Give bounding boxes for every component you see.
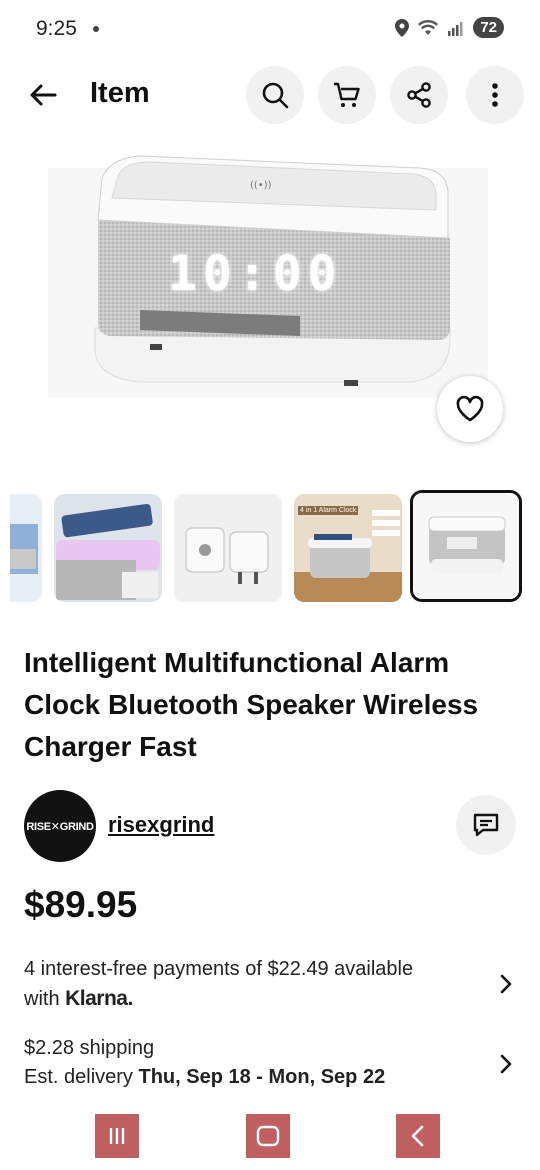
more-options-button[interactable] xyxy=(466,66,524,124)
thumbnail-image xyxy=(413,493,519,599)
thumbnail-image xyxy=(174,494,282,602)
system-back-button[interactable] xyxy=(396,1114,440,1158)
item-price: $89.95 xyxy=(24,884,138,925)
notification-dot xyxy=(93,26,99,32)
delivery-dates: Thu, Sep 18 - Mon, Sep 22 xyxy=(138,1066,386,1088)
shipping-chevron-button[interactable] xyxy=(492,1050,520,1078)
payments-chevron-button[interactable] xyxy=(492,970,520,998)
share-icon xyxy=(407,82,431,108)
seller-avatar[interactable]: RISE✕GRIND xyxy=(24,790,96,862)
klarna-logo: Klarna. xyxy=(65,987,133,1010)
thumbnail-3[interactable] xyxy=(174,494,282,602)
clock-display: 10:00 xyxy=(168,246,343,302)
heart-icon xyxy=(456,395,484,422)
system-navigation-bar xyxy=(0,1108,540,1170)
chevron-left-icon xyxy=(411,1125,424,1147)
wifi-icon xyxy=(418,19,439,35)
top-app-bar: Item xyxy=(0,60,540,130)
shipping-cost: $2.28 shipping xyxy=(24,1037,155,1059)
watch-favorite-button[interactable] xyxy=(437,376,503,442)
home-icon xyxy=(256,1125,280,1147)
recent-apps-button[interactable] xyxy=(95,1114,139,1158)
thumbnail-image xyxy=(54,494,162,602)
chevron-right-icon xyxy=(500,974,512,994)
status-time: 9:25 xyxy=(36,17,77,40)
chat-message-icon xyxy=(473,813,499,837)
installments-with: with xyxy=(24,988,66,1010)
thumbnail-caption: 4 in 1 Alarm Clock xyxy=(298,506,359,515)
thumbnail-4[interactable]: 4 in 1 Alarm Clock xyxy=(294,494,402,602)
recent-apps-icon xyxy=(109,1128,125,1144)
location-icon xyxy=(395,18,410,37)
image-thumbnail-strip: 4 in 1 Alarm Clock xyxy=(0,490,540,604)
delivery-prefix: Est. delivery xyxy=(24,1066,139,1088)
seller-name-link[interactable]: risexgrind xyxy=(108,812,214,838)
share-button[interactable] xyxy=(390,66,448,124)
cart-icon xyxy=(334,82,360,107)
thumbnail-image xyxy=(10,494,42,602)
svg-text:((•)): ((•)) xyxy=(250,180,272,191)
signal-icon xyxy=(448,21,463,36)
home-button[interactable] xyxy=(246,1114,290,1158)
more-vert-icon xyxy=(492,83,498,107)
battery-badge: 72 xyxy=(473,17,504,38)
search-button[interactable] xyxy=(246,66,304,124)
cart-button[interactable] xyxy=(318,66,376,124)
arrow-left-icon xyxy=(30,84,57,106)
delivery-estimate: Est. delivery Thu, Sep 18 - Mon, Sep 22 xyxy=(24,1063,494,1092)
search-icon xyxy=(262,82,289,109)
thumbnail-2[interactable] xyxy=(54,494,162,602)
status-icons: 72 xyxy=(395,17,504,38)
status-bar: 9:25 72 xyxy=(0,0,540,60)
message-seller-button[interactable] xyxy=(456,795,516,855)
thumbnail-1[interactable] xyxy=(10,494,42,602)
back-button[interactable] xyxy=(22,74,64,116)
thumbnail-5-selected[interactable] xyxy=(410,490,522,602)
chevron-right-icon xyxy=(500,1054,512,1074)
payment-installments-row[interactable]: 4 interest-free payments of $22.49 avail… xyxy=(24,955,494,1014)
product-title: Intelligent Multifunctional Alarm Clock … xyxy=(24,647,479,762)
page-title: Item xyxy=(90,77,150,109)
installments-text: 4 interest-free payments of $22.49 avail… xyxy=(24,958,414,980)
installments-provider: with Klarna. xyxy=(24,984,494,1014)
shipping-row[interactable]: $2.28 shipping Est. delivery Thu, Sep 18… xyxy=(24,1034,494,1092)
